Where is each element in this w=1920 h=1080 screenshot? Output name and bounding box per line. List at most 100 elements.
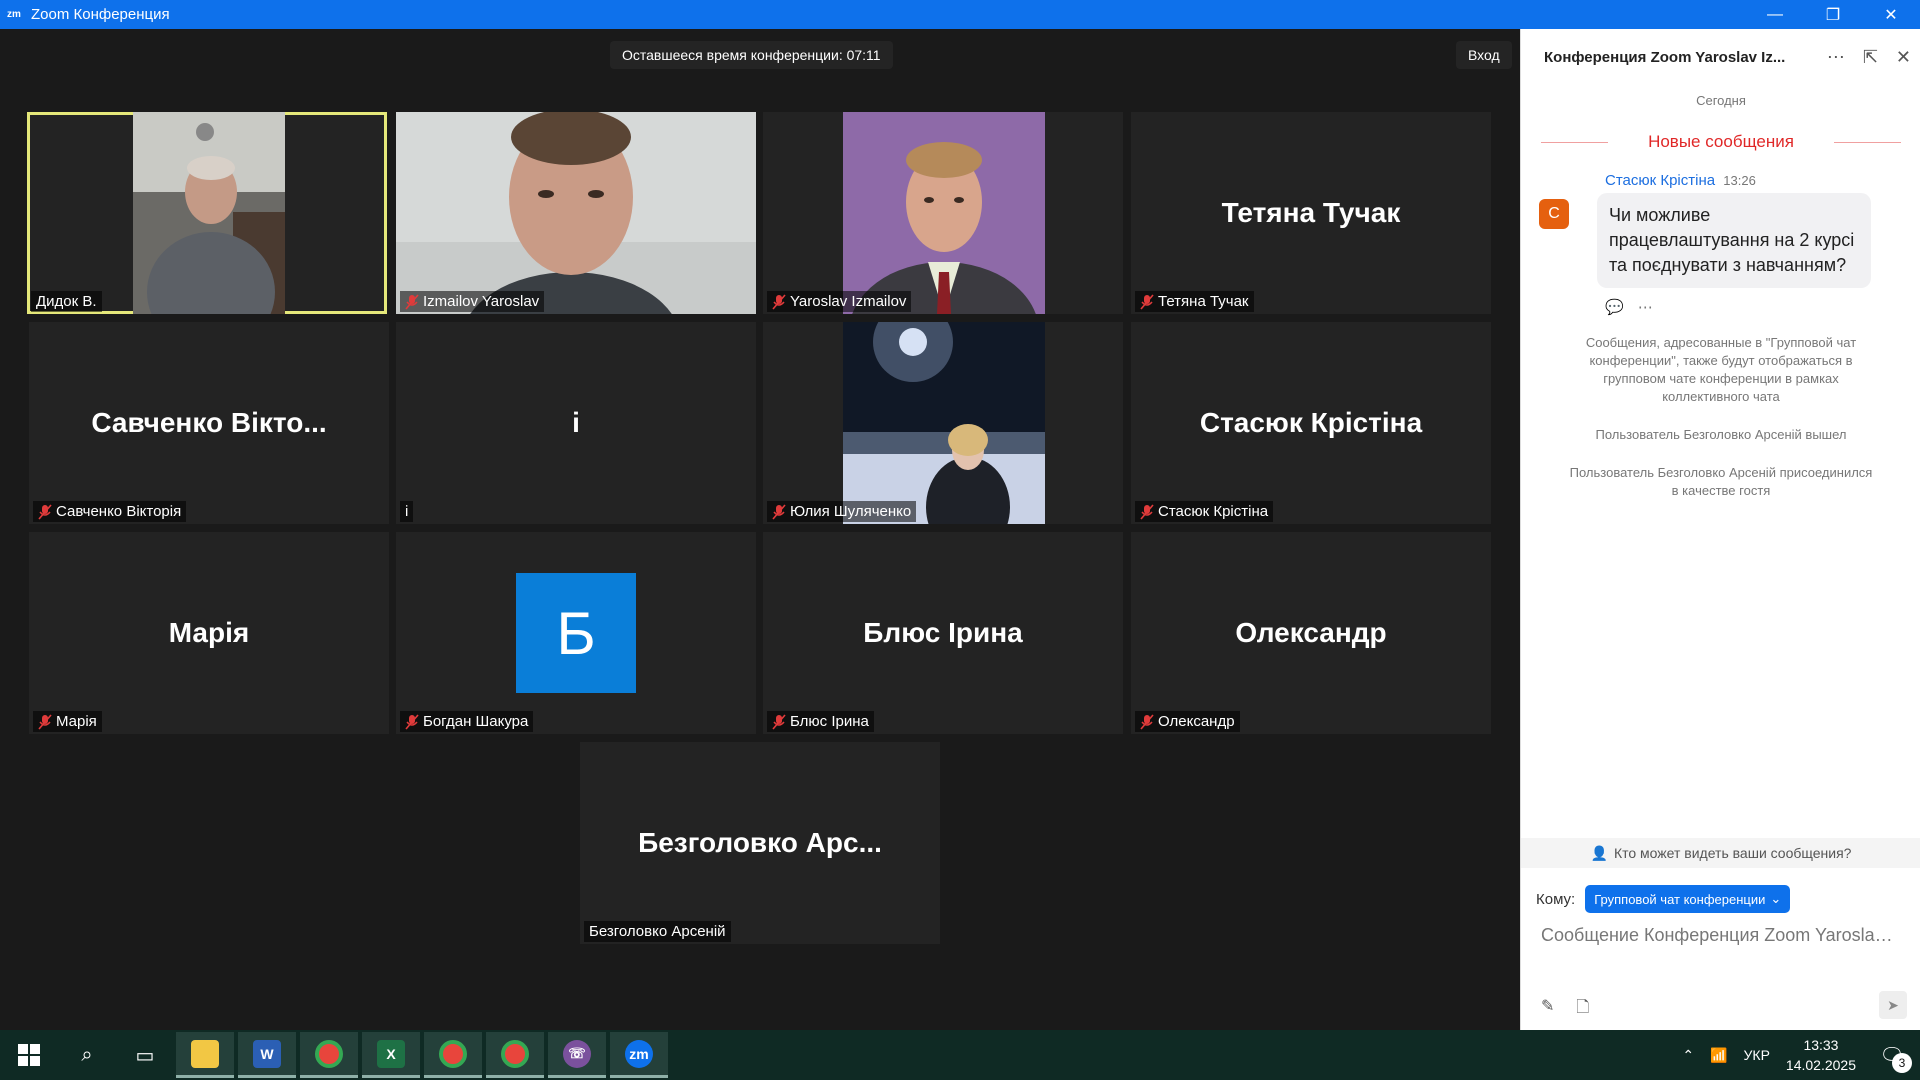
viber-icon: ☏ (563, 1039, 591, 1068)
notification-center[interactable]: 🗨 3 (1872, 1035, 1912, 1075)
mic-muted-icon (1140, 503, 1154, 520)
participant-label: Стасюк Крістіна (1135, 501, 1274, 522)
participant-label: Богдан Шакура (400, 711, 534, 732)
recipient-value: Групповой чат конференции (1594, 891, 1766, 907)
enter-button[interactable]: Вход (1456, 41, 1512, 69)
participant-tile-yulia-shuliachenko[interactable]: Юлия Шуляченко (763, 322, 1123, 524)
folder-icon (191, 1039, 219, 1068)
reply-icon[interactable]: 💬 (1605, 298, 1624, 316)
participant-tile-blius-iryna[interactable]: Блюс Ірина Блюс Ірина (763, 532, 1123, 734)
clock-time: 13:33 (1803, 1037, 1839, 1053)
more-icon[interactable]: ⋯ (1827, 47, 1845, 68)
chrome-icon (315, 1039, 343, 1068)
participant-tile-tetiana-tuchak[interactable]: Тетяна Тучак Тетяна Тучак (1131, 112, 1491, 314)
sender-name[interactable]: Стасюк Крістіна (1605, 172, 1715, 189)
search-icon[interactable]: ⌕ (58, 1030, 116, 1080)
format-icon[interactable]: ✎ (1541, 996, 1554, 1023)
who-can-see-label: Кто может видеть ваши сообщения? (1613, 845, 1852, 861)
chevron-up-icon[interactable]: ⌃ (1682, 1047, 1694, 1064)
participant-tile-oleksandr[interactable]: Олександр Олександр (1131, 532, 1491, 734)
minimize-button[interactable]: — (1746, 0, 1804, 29)
participant-tile-bohdan-shakura[interactable]: Б Богдан Шакура (396, 532, 756, 734)
participant-tile-bezholovko[interactable]: Безголовко Арс... Безголовко Арсеній (580, 742, 940, 944)
participant-name-display: Марія (168, 617, 250, 648)
chevron-down-icon: ⌄ (1770, 891, 1782, 906)
mic-muted-icon (38, 503, 52, 520)
who-can-see-link[interactable]: 👤 Кто может видеть ваши сообщения? (1521, 838, 1920, 868)
participant-tile-mariia[interactable]: Марія Марія (29, 532, 389, 734)
zoom-icon: zm (625, 1039, 653, 1068)
meeting-timer: Оставшееся время конференции: 07:11 (610, 41, 893, 69)
popout-icon[interactable]: ⇱ (1863, 47, 1878, 68)
zoom-logo-icon: zm (7, 9, 21, 20)
taskbar-excel[interactable]: X (362, 1032, 420, 1078)
recipient-row: Кому: Групповой чат конференции ⌄ (1536, 885, 1791, 913)
close-button[interactable]: ✕ (1862, 0, 1920, 29)
taskbar-zoom[interactable]: zm (610, 1032, 668, 1078)
message-time: 13:26 (1723, 173, 1756, 188)
system-tray: ⌃ 📶 УКР 13:33 14.02.2025 🗨 3 (1674, 1030, 1920, 1080)
network-icon[interactable]: 📶 (1710, 1047, 1727, 1064)
message-sender: Стасюк Крістіна 13:26 (1605, 172, 1920, 189)
participant-video (843, 112, 1045, 314)
participant-video (396, 112, 756, 314)
mic-muted-icon (772, 503, 786, 520)
participant-label: Блюс Ірина (767, 711, 874, 732)
participant-tile-izmailov-yaroslav[interactable]: Izmailov Yaroslav (396, 112, 756, 314)
task-view-icon[interactable]: ▭ (116, 1030, 174, 1080)
message-actions: 💬 ⋯ (1605, 298, 1920, 316)
message-input[interactable]: Сообщение Конференция Zoom Yaroslav Izma… (1541, 925, 1901, 946)
clock[interactable]: 13:33 14.02.2025 (1786, 1035, 1856, 1075)
taskbar-viber[interactable]: ☏ (548, 1032, 606, 1078)
window-title: Zoom Конференция (31, 6, 170, 23)
participant-tile-i[interactable]: і і (396, 322, 756, 524)
taskbar-word[interactable]: W (238, 1032, 296, 1078)
taskbar-chrome-2[interactable] (424, 1032, 482, 1078)
participant-name-display: Савченко Вікто... (91, 407, 327, 438)
system-message: Пользователь Безголовко Арсеній присоеди… (1569, 465, 1873, 498)
chat-tools: ✎ 🗋 (1541, 996, 1589, 1023)
participant-tile-stasiuk[interactable]: Стасюк Крістіна Стасюк Крістіна (1131, 322, 1491, 524)
user-icon: 👤 (1590, 844, 1608, 861)
participant-label: Марія (33, 711, 102, 732)
chat-header-icons: ⋯ ⇱ ✕ (1827, 47, 1911, 68)
participant-name-display: Стасюк Крістіна (1199, 407, 1423, 438)
send-button[interactable]: ➤ (1879, 991, 1907, 1019)
participant-video (133, 112, 285, 314)
file-icon[interactable]: 🗋 (1576, 996, 1589, 1023)
participant-name-display: Блюс Ірина (863, 617, 1023, 648)
participant-tile-yaroslav-izmailov[interactable]: Yaroslav Izmailov (763, 112, 1123, 314)
excel-icon: X (377, 1039, 405, 1068)
participant-label: Юлия Шуляченко (767, 501, 917, 522)
language-indicator[interactable]: УКР (1744, 1047, 1770, 1063)
start-button[interactable] (0, 1030, 58, 1080)
divider-line (1833, 141, 1901, 143)
participant-tile-savchenko[interactable]: Савченко Вікто... Савченко Вікторія (29, 322, 389, 524)
taskbar-chrome[interactable] (300, 1032, 358, 1078)
more-icon[interactable]: ⋯ (1638, 298, 1653, 316)
taskbar-file-explorer[interactable] (176, 1032, 234, 1078)
participant-video (843, 322, 1045, 524)
recipient-dropdown[interactable]: Групповой чат конференции ⌄ (1585, 885, 1791, 913)
system-message: Пользователь Безголовко Арсеній вышел (1595, 427, 1847, 442)
mic-muted-icon (405, 293, 419, 310)
mic-muted-icon (772, 293, 786, 310)
new-messages-label: Новые сообщения (1648, 132, 1794, 151)
avatar[interactable]: С (1539, 199, 1569, 229)
mic-muted-icon (1140, 293, 1154, 310)
taskbar: ⌕ ▭ W X ☏ zm ⌃ 📶 УКР 13:33 14.02.2025 🗨 … (0, 1030, 1920, 1080)
title-bar: zm Zoom Конференция — ❐ ✕ (0, 0, 1920, 29)
date-divider: Сегодня (1696, 93, 1746, 108)
mic-muted-icon (405, 713, 419, 730)
maximize-button[interactable]: ❐ (1804, 0, 1862, 29)
close-icon[interactable]: ✕ (1896, 47, 1911, 68)
participant-name-display: Олександр (1235, 617, 1387, 648)
participant-label: і (400, 501, 414, 522)
meeting-area: Оставшееся время конференции: 07:11 Вход… (0, 29, 1520, 1030)
message-bubble: Чи можливе працевлаштування на 2 курсі т… (1597, 193, 1871, 288)
taskbar-chrome-3[interactable] (486, 1032, 544, 1078)
recipient-label: Кому: (1536, 890, 1576, 908)
participant-label: Дидок В. (31, 291, 102, 312)
new-messages-divider: Новые сообщения (1521, 132, 1920, 152)
participant-tile-didok[interactable]: Дидок В. (27, 112, 387, 314)
